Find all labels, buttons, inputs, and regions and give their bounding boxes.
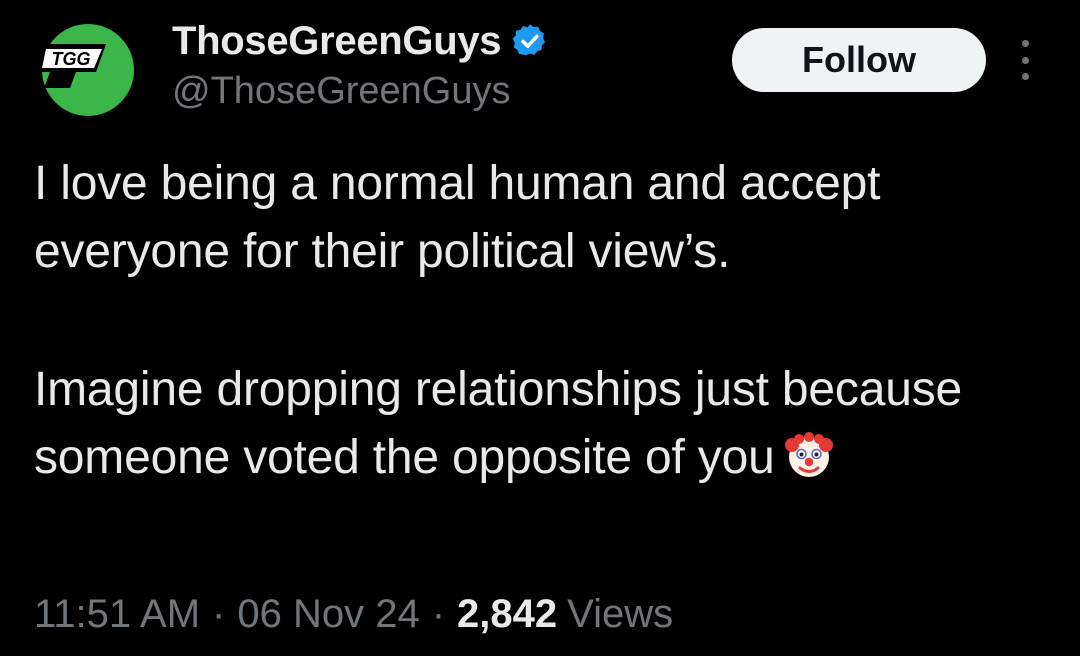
views-count: 2,842 bbox=[457, 592, 558, 636]
author-name-row: ThoseGreenGuys bbox=[172, 16, 549, 66]
more-dot bbox=[1021, 56, 1029, 64]
verified-badge-icon[interactable] bbox=[511, 22, 549, 60]
tweet-paragraph-2: Imagine dropping relationships just beca… bbox=[34, 356, 1054, 492]
tweet-date[interactable]: 06 Nov 24 bbox=[237, 592, 419, 637]
follow-button[interactable]: Follow bbox=[732, 28, 986, 92]
views-label: Views bbox=[567, 592, 674, 636]
author-display-name[interactable]: ThoseGreenGuys bbox=[172, 19, 502, 64]
avatar[interactable]: TGG bbox=[40, 22, 136, 118]
avatar-logo-text: TGG bbox=[52, 49, 91, 69]
author-handle[interactable]: @ThoseGreenGuys bbox=[172, 70, 511, 113]
more-dot bbox=[1021, 73, 1029, 80]
tweet-meta: 11:51 AM · 06 Nov 24 · 2,842 Views bbox=[34, 592, 673, 637]
more-vertical-icon[interactable] bbox=[1010, 40, 1040, 80]
tweet-time[interactable]: 11:51 AM bbox=[34, 592, 200, 637]
meta-separator: · bbox=[212, 592, 226, 636]
clown-face-icon bbox=[783, 429, 835, 481]
tgg-logo-icon: TGG bbox=[40, 24, 134, 116]
meta-separator: · bbox=[431, 592, 446, 636]
tweet-card: TGG ThoseGreenGuys @ThoseGreenGuys Follo… bbox=[0, 0, 1080, 656]
tweet-text: I love being a normal human and accept e… bbox=[34, 150, 1054, 492]
tweet-paragraph-1: I love being a normal human and accept e… bbox=[34, 157, 894, 278]
more-dot bbox=[1021, 40, 1029, 47]
